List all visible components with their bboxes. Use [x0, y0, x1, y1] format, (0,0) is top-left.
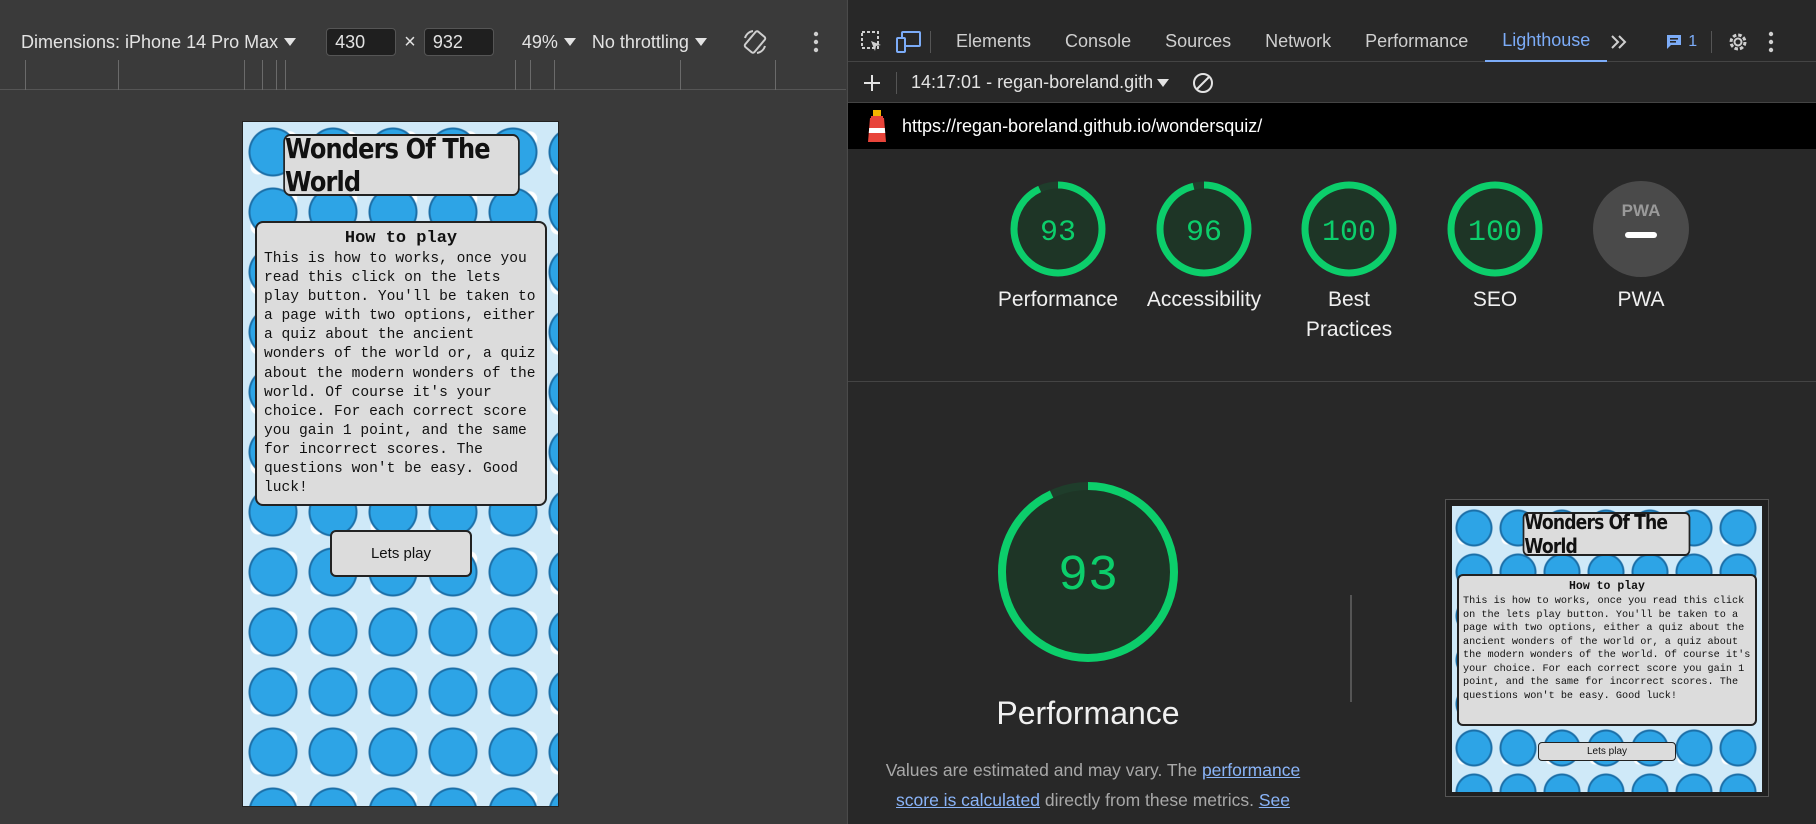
thumbnail-page-title: Wonders Of The World: [1522, 510, 1691, 558]
description-text: directly from these metrics.: [1040, 790, 1259, 810]
toolbar-divider: [930, 30, 931, 53]
lets-play-button[interactable]: Lets play: [330, 530, 472, 577]
gauge-label: PWA: [1617, 288, 1665, 311]
lighthouse-toolbar: 14:17:01 - regan-boreland.gith: [848, 63, 1816, 103]
times-sign: ×: [404, 30, 416, 53]
app-root: Dimensions: iPhone 14 Pro Max × 49% No t…: [0, 0, 1816, 824]
description-text: Values are estimated and may vary. The: [885, 760, 1202, 780]
tab-console[interactable]: Console: [1048, 22, 1148, 62]
toolbar-divider: [1711, 30, 1713, 53]
lighthouse-logo-icon: [866, 108, 888, 144]
gauge-label: Best Practices: [1305, 288, 1393, 341]
thumbnail-lets-play-button: Lets play: [1538, 742, 1676, 761]
thumbnail-how-to-play-card: How to play This is how to works, once y…: [1457, 574, 1757, 726]
chevron-down-icon: [284, 38, 297, 46]
report-url-link[interactable]: https://regan-boreland.github.io/wonders…: [902, 116, 1262, 137]
tab-elements[interactable]: Elements: [939, 22, 1048, 62]
how-to-play-card: How to play This is how to works, once y…: [255, 221, 547, 506]
gauge-label: Accessibility: [1146, 288, 1262, 311]
how-to-play-text: This is how to works, once you read this…: [264, 251, 536, 497]
zoom-label: 49%: [521, 31, 558, 52]
throttling-dropdown[interactable]: No throttling: [592, 32, 707, 53]
chevron-down-icon: [563, 38, 576, 46]
more-options-icon[interactable]: [813, 31, 819, 53]
thumbnail-how-to-play-text: This is how to works, once you read this…: [1463, 596, 1751, 702]
gauge-pwa[interactable]: PWA PWA: [1566, 179, 1716, 315]
new-report-plus-icon[interactable]: [862, 73, 882, 93]
tab-sources[interactable]: Sources: [1148, 22, 1248, 62]
final-screenshot-frame[interactable]: Wonders Of The World How to play This is…: [1445, 499, 1769, 797]
report-selector-dropdown[interactable]: 14:17:01 - regan-boreland.gith: [911, 72, 1170, 93]
gauge-score-value: 100: [1322, 216, 1376, 250]
how-to-play-heading: How to play: [344, 229, 458, 248]
pwa-badge-text: PWA: [1622, 201, 1661, 220]
devtools-tab-bar: Elements Console Sources Network Perform…: [848, 22, 1816, 62]
performance-heading: Performance: [996, 695, 1180, 731]
devtools-menu-icon[interactable]: [1768, 31, 1774, 53]
throttling-label: No throttling: [591, 31, 689, 52]
issues-count: 1: [1688, 32, 1698, 50]
tab-lighthouse[interactable]: Lighthouse: [1485, 22, 1608, 62]
section-divider: [1350, 595, 1352, 702]
gauge-label: Performance: [997, 288, 1119, 311]
chevron-down-icon: [1157, 78, 1170, 87]
devtools-pane: Elements Console Sources Network Perform…: [847, 0, 1816, 824]
emulated-page-viewport[interactable]: Wonders Of The World How to play This is…: [242, 121, 559, 807]
zoom-dropdown[interactable]: 49%: [522, 32, 576, 53]
more-tabs-icon[interactable]: [1609, 32, 1629, 52]
performance-big-score: 93: [1058, 548, 1118, 605]
rotate-icon[interactable]: [741, 28, 769, 56]
gauge-best-practices[interactable]: 100 Best Practices: [1274, 179, 1424, 345]
device-emulation-pane: Dimensions: iPhone 14 Pro Max × 49% No t…: [0, 0, 846, 824]
report-url-bar: https://regan-boreland.github.io/wonders…: [848, 103, 1816, 149]
device-dimensions-dropdown[interactable]: Dimensions: iPhone 14 Pro Max: [21, 31, 297, 53]
clear-reports-icon[interactable]: [1191, 71, 1215, 95]
thumbnail-how-to-play-heading: How to play: [1569, 580, 1645, 593]
pwa-dash-icon: [1625, 232, 1657, 238]
media-query-ruler[interactable]: [0, 60, 846, 90]
gauge-performance[interactable]: 93 Performance: [983, 179, 1133, 315]
final-screenshot-thumbnail: Wonders Of The World How to play This is…: [1452, 506, 1762, 792]
gauge-accessibility[interactable]: 96 Accessibility: [1129, 179, 1279, 315]
device-height-input[interactable]: [423, 28, 494, 56]
device-toggle-icon[interactable]: [896, 30, 922, 54]
message-icon: [1667, 34, 1682, 49]
device-dimensions-label: Dimensions: iPhone 14 Pro Max: [21, 31, 279, 52]
inspect-element-icon[interactable]: [860, 30, 884, 54]
score-gauges: 93 Performance 96 Accessibility 100 Best…: [848, 149, 1816, 382]
page-title: Wonders Of The World: [283, 132, 520, 198]
settings-gear-icon[interactable]: [1726, 30, 1750, 54]
gauge-label: SEO: [1472, 288, 1518, 311]
chevron-down-icon: [694, 38, 707, 46]
drawer-edge: [848, 815, 1816, 824]
tab-performance[interactable]: Performance: [1348, 22, 1485, 62]
toolbar-divider: [896, 71, 897, 94]
gauge-seo[interactable]: 100 SEO: [1420, 179, 1570, 315]
report-selector-label: 14:17:01 - regan-boreland.gith: [911, 72, 1154, 92]
gauge-score-value: 96: [1186, 216, 1222, 250]
device-toolbar: Dimensions: iPhone 14 Pro Max × 49% No t…: [0, 24, 846, 60]
device-width-input[interactable]: [326, 28, 397, 56]
gauge-score-value: 93: [1040, 216, 1076, 250]
tab-network[interactable]: Network: [1248, 22, 1348, 62]
issues-button[interactable]: 1: [1665, 33, 1697, 51]
see-calculator-link[interactable]: See: [1259, 790, 1290, 810]
performance-section: 93 Performance Values are estimated and …: [848, 383, 1816, 824]
performance-big-gauge: 93: [998, 482, 1178, 662]
gauge-score-value: 100: [1468, 216, 1522, 250]
performance-description: Values are estimated and may vary. The p…: [878, 755, 1308, 815]
